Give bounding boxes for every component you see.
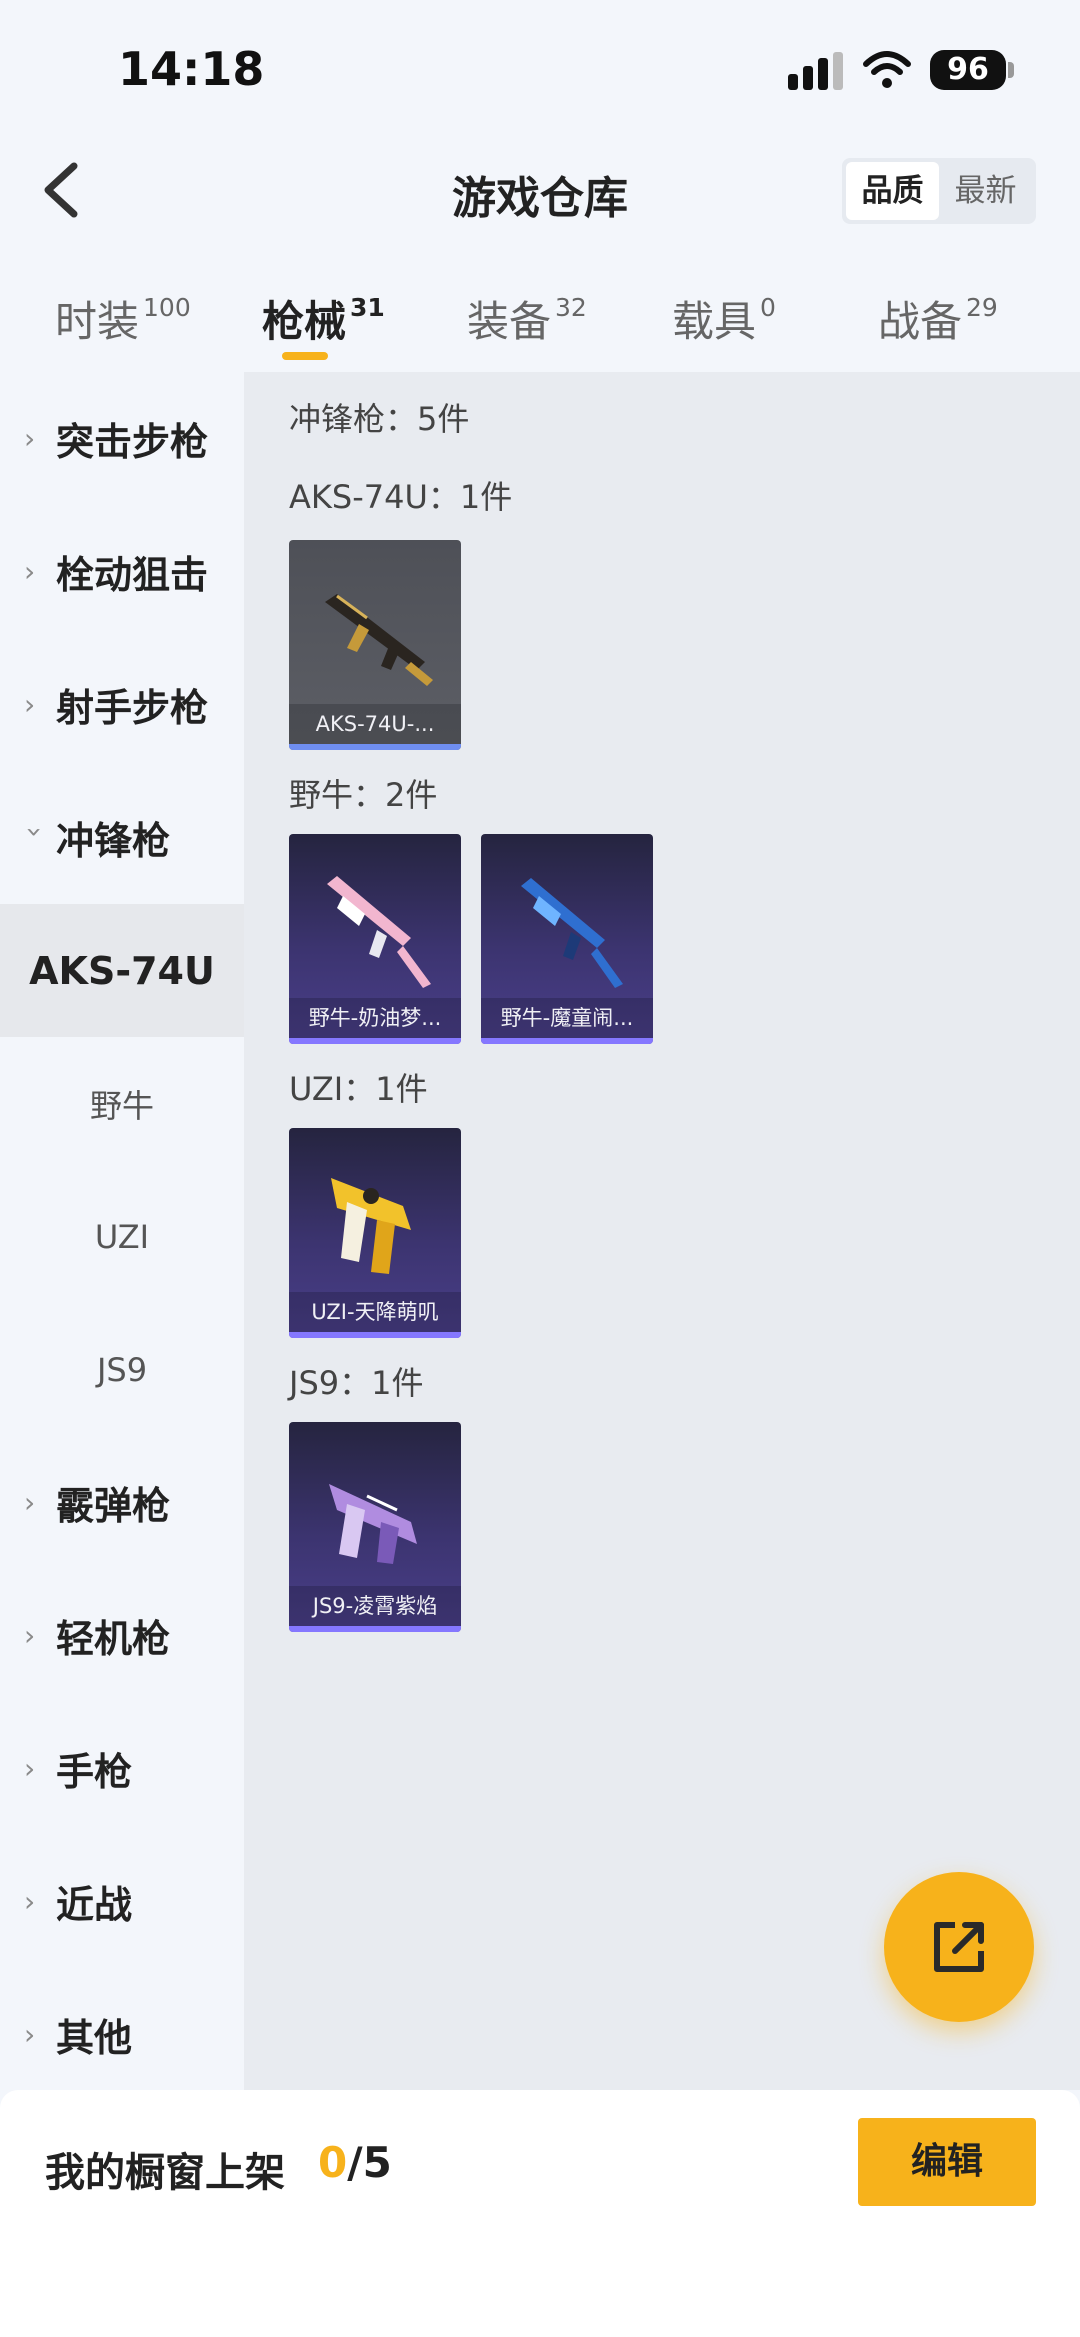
chevron-right-icon: › bbox=[24, 688, 36, 721]
bizon-pink-gun-icon bbox=[327, 876, 431, 988]
status-bar: 14:18 96 bbox=[0, 0, 1080, 140]
showcase-count: 0/5 bbox=[318, 2138, 392, 2187]
external-link-icon bbox=[934, 1922, 984, 1972]
tab-vehicles[interactable]: 载具 0 bbox=[672, 288, 776, 349]
group-label-js9: JS9：1件 bbox=[289, 1364, 424, 1402]
category-summary: 冲锋枪：5件 bbox=[289, 400, 470, 438]
tab-supplies[interactable]: 战备 29 bbox=[878, 288, 998, 349]
sidebar-item-bolt-sniper[interactable]: › 栓动狙击 bbox=[0, 505, 244, 638]
aks74u-gun-icon bbox=[325, 594, 433, 686]
battery-indicator: 96 bbox=[930, 50, 1006, 90]
sidebar-item-marksman-rifle[interactable]: › 射手步枪 bbox=[0, 638, 244, 771]
sidebar-subitem-uzi[interactable]: UZI bbox=[0, 1170, 244, 1303]
group-label-bizon: 野牛：2件 bbox=[289, 776, 438, 814]
showcase-current-count: 0 bbox=[318, 2138, 348, 2187]
chevron-right-icon: › bbox=[24, 1752, 36, 1785]
sidebar-item-pistol[interactable]: › 手枪 bbox=[0, 1702, 244, 1835]
chevron-right-icon: › bbox=[24, 422, 36, 455]
rarity-bar bbox=[289, 1038, 461, 1044]
weapon-card[interactable]: UZI-天降萌叽 bbox=[289, 1128, 461, 1338]
weapon-card[interactable]: 野牛-奶油梦... bbox=[289, 834, 461, 1044]
sort-toggle[interactable]: 品质 最新 bbox=[842, 158, 1036, 224]
status-time: 14:18 bbox=[118, 42, 265, 96]
sidebar-item-melee[interactable]: › 近战 bbox=[0, 1835, 244, 1968]
tab-count: 32 bbox=[555, 293, 587, 322]
sidebar-item-shotgun[interactable]: › 霰弹枪 bbox=[0, 1436, 244, 1569]
weapon-card-name: JS9-凌霄紫焰 bbox=[289, 1586, 461, 1626]
weapon-card[interactable]: AKS-74U-... bbox=[289, 540, 461, 750]
active-tab-indicator bbox=[282, 352, 328, 360]
chevron-right-icon: › bbox=[24, 555, 36, 588]
chevron-right-icon: › bbox=[24, 1619, 36, 1652]
chevron-down-icon: › bbox=[18, 826, 52, 838]
tab-count: 0 bbox=[760, 293, 776, 322]
sidebar-item-smg[interactable]: › 冲锋枪 bbox=[0, 771, 244, 904]
sidebar-subitem-aks74u[interactable]: AKS-74U bbox=[0, 904, 244, 1037]
weapon-card-name: AKS-74U-... bbox=[289, 704, 461, 744]
edit-button[interactable]: 编辑 bbox=[858, 2118, 1036, 2206]
cellular-signal-icon bbox=[788, 52, 843, 90]
tab-fashion[interactable]: 时装 100 bbox=[55, 288, 191, 349]
weapon-content-panel: 冲锋枪：5件 AKS-74U：1件 AKS-74U-... 野牛：2件 野牛-奶… bbox=[244, 372, 1080, 2090]
sort-option-quality[interactable]: 品质 bbox=[846, 162, 939, 220]
weapon-card-name: 野牛-魔童闹... bbox=[481, 998, 653, 1038]
share-fab[interactable] bbox=[884, 1872, 1034, 2022]
sidebar-item-assault-rifle[interactable]: › 突击步枪 bbox=[0, 372, 244, 505]
tab-count: 100 bbox=[143, 293, 191, 322]
weapon-card[interactable]: 野牛-魔童闹... bbox=[481, 834, 653, 1044]
weapon-card[interactable]: JS9-凌霄紫焰 bbox=[289, 1422, 461, 1632]
weapon-card-name: 野牛-奶油梦... bbox=[289, 998, 461, 1038]
sidebar-subitem-js9[interactable]: JS9 bbox=[0, 1303, 244, 1436]
uzi-gold-gun-icon bbox=[331, 1178, 411, 1274]
tab-count: 29 bbox=[966, 293, 998, 322]
bizon-blue-gun-icon bbox=[521, 878, 623, 988]
wifi-icon bbox=[863, 51, 911, 88]
tab-equipment[interactable]: 装备 32 bbox=[467, 288, 587, 349]
rarity-bar bbox=[289, 744, 461, 750]
rarity-bar bbox=[289, 1626, 461, 1632]
chevron-right-icon: › bbox=[24, 2018, 36, 2051]
group-label-uzi: UZI：1件 bbox=[289, 1070, 428, 1108]
sidebar-subitem-bizon[interactable]: 野牛 bbox=[0, 1037, 244, 1170]
showcase-bottom-bar: 我的橱窗上架 0/5 编辑 bbox=[0, 2090, 1080, 2337]
tab-count: 31 bbox=[350, 293, 385, 322]
group-label-aks74u: AKS-74U：1件 bbox=[289, 478, 513, 516]
chevron-right-icon: › bbox=[24, 1885, 36, 1918]
rarity-bar bbox=[289, 1332, 461, 1338]
weapon-type-sidebar: › 突击步枪 › 栓动狙击 › 射手步枪 › 冲锋枪 AKS-74U 野牛 UZI JS… bbox=[0, 372, 244, 2090]
weapon-card-name: UZI-天降萌叽 bbox=[289, 1292, 461, 1332]
sidebar-item-lmg[interactable]: › 轻机枪 bbox=[0, 1569, 244, 1702]
sort-option-newest[interactable]: 最新 bbox=[939, 162, 1032, 220]
js9-purple-gun-icon bbox=[329, 1484, 417, 1564]
rarity-bar bbox=[481, 1038, 653, 1044]
battery-tip bbox=[1008, 62, 1014, 78]
sidebar-item-other[interactable]: › 其他 bbox=[0, 1968, 244, 2101]
category-tabs: 时装 100 枪械 31 装备 32 载具 0 战备 29 bbox=[0, 270, 1080, 370]
showcase-label: 我的橱窗上架 bbox=[45, 2150, 285, 2196]
chevron-right-icon: › bbox=[24, 1486, 36, 1519]
showcase-total-count: /5 bbox=[347, 2138, 392, 2187]
tab-firearms[interactable]: 枪械 31 bbox=[262, 288, 385, 349]
